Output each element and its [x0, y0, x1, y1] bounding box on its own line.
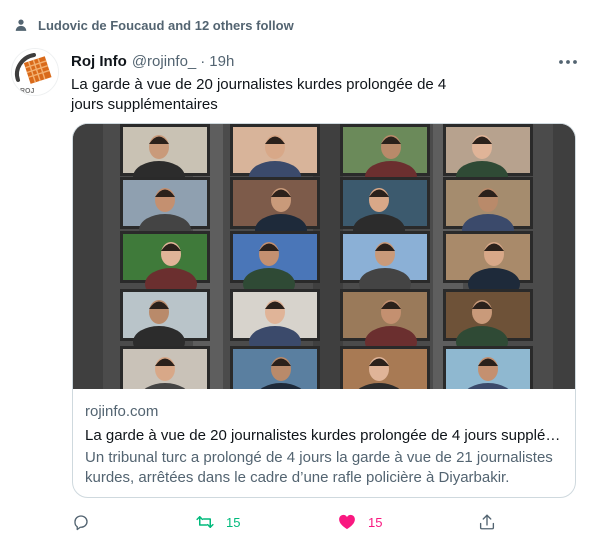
- like-button[interactable]: 15: [338, 508, 382, 536]
- share-button[interactable]: [478, 508, 496, 536]
- social-context-text: Ludovic de Foucaud and 12 others follow: [38, 17, 294, 33]
- roj-logo: ROJ: [12, 49, 58, 95]
- card-title: La garde à vue de 20 journalistes kurdes…: [85, 427, 561, 444]
- tweet-header: Roj Info @rojinfo_ · 19h: [71, 53, 234, 70]
- reply-icon: [74, 515, 88, 531]
- journalists-photo-grid: [73, 124, 575, 389]
- separator: ·: [200, 53, 206, 70]
- link-card[interactable]: rojinfo.com La garde à vue de 20 journal…: [72, 123, 576, 498]
- retweet-count: 15: [226, 514, 241, 530]
- card-description: Un tribunal turc a prolongé de 4 jours l…: [85, 449, 553, 486]
- person-icon: [15, 19, 27, 31]
- author-handle[interactable]: @rojinfo_: [132, 53, 196, 70]
- avatar-logo-text: ROJ: [20, 88, 35, 95]
- more-options-button[interactable]: [556, 52, 580, 72]
- card-image[interactable]: [73, 124, 575, 389]
- journalist-photo: [120, 346, 210, 389]
- tweet-text: La garde à vue de 20 journalistes kurdes…: [71, 76, 447, 113]
- card-domain: rojinfo.com: [85, 403, 159, 420]
- action-bar: 15 15: [72, 508, 502, 536]
- journalist-photo: [230, 346, 320, 389]
- journalist-photo: [340, 346, 430, 389]
- heart-icon: [339, 514, 355, 530]
- reply-button[interactable]: [72, 508, 90, 536]
- journalist-photo: [443, 346, 533, 389]
- avatar[interactable]: ROJ: [11, 48, 59, 96]
- author-name[interactable]: Roj Info: [71, 53, 127, 70]
- social-context[interactable]: Ludovic de Foucaud and 12 others follow: [14, 15, 294, 35]
- like-count: 15: [368, 514, 383, 530]
- tweet-time[interactable]: 19h: [209, 53, 234, 70]
- share-icon: [479, 514, 495, 530]
- retweet-button[interactable]: 15: [196, 508, 240, 536]
- more-icon: [559, 60, 577, 64]
- retweet-icon: [196, 516, 214, 528]
